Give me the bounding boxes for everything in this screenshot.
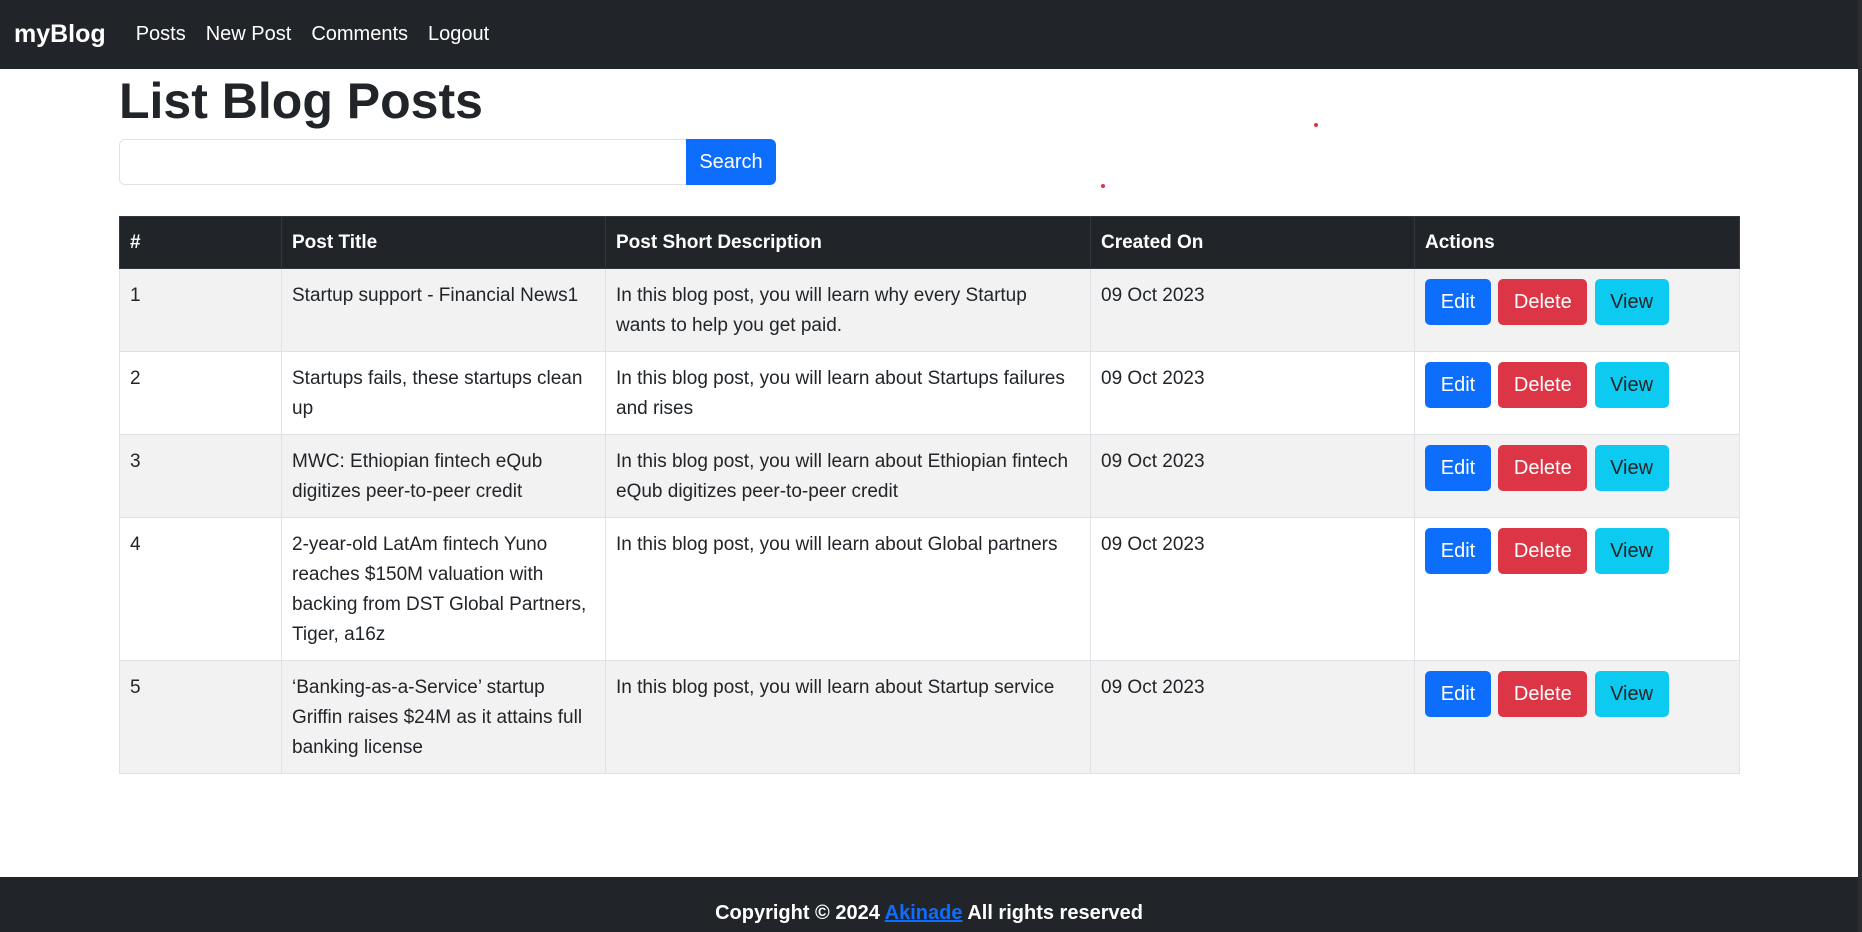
decorative-dot — [1314, 123, 1318, 127]
table-header-row: # Post Title Post Short Description Crea… — [119, 216, 1740, 269]
delete-button[interactable]: Delete — [1498, 279, 1588, 325]
view-button[interactable]: View — [1594, 279, 1669, 325]
cell-created-on: 09 Oct 2023 — [1090, 434, 1415, 518]
header-created-on: Created On — [1090, 216, 1415, 269]
cell-post-title: MWC: Ethiopian fintech eQub digitizes pe… — [281, 434, 606, 518]
view-button[interactable]: View — [1594, 528, 1669, 574]
table-row: 3 MWC: Ethiopian fintech eQub digitizes … — [119, 434, 1740, 518]
cell-created-on: 09 Oct 2023 — [1090, 351, 1415, 435]
delete-button[interactable]: Delete — [1498, 528, 1588, 574]
cell-post-title: Startup support - Financial News1 — [281, 268, 606, 352]
cell-actions: Edit Delete View — [1414, 351, 1740, 435]
cell-number: 5 — [119, 660, 282, 774]
cell-post-title: 2-year-old LatAm fintech Yuno reaches $1… — [281, 517, 606, 661]
cell-post-title: Startups fails, these startups clean up — [281, 351, 606, 435]
edit-button[interactable]: Edit — [1425, 362, 1491, 408]
cell-actions: Edit Delete View — [1414, 434, 1740, 518]
cell-post-description: In this blog post, you will learn why ev… — [605, 268, 1091, 352]
navbar: myBlog Posts New Post Comments Logout — [0, 0, 1858, 69]
cell-post-description: In this blog post, you will learn about … — [605, 517, 1091, 661]
cell-post-description: In this blog post, you will learn about … — [605, 434, 1091, 518]
table-row: 2 Startups fails, these startups clean u… — [119, 351, 1740, 435]
nav-link-new-post[interactable]: New Post — [206, 23, 292, 46]
footer: Copyright © 2024 Akinade All rights rese… — [0, 877, 1858, 932]
cell-created-on: 09 Oct 2023 — [1090, 660, 1415, 774]
header-actions: Actions — [1414, 216, 1740, 269]
cell-number: 3 — [119, 434, 282, 518]
header-post-title: Post Title — [281, 216, 606, 269]
cell-created-on: 09 Oct 2023 — [1090, 268, 1415, 352]
delete-button[interactable]: Delete — [1498, 445, 1588, 491]
search-input[interactable] — [119, 139, 686, 185]
cell-number: 4 — [119, 517, 282, 661]
posts-table: # Post Title Post Short Description Crea… — [119, 216, 1740, 774]
search-button[interactable]: Search — [686, 139, 776, 185]
delete-button[interactable]: Delete — [1498, 671, 1588, 717]
edit-button[interactable]: Edit — [1425, 445, 1491, 491]
view-button[interactable]: View — [1594, 445, 1669, 491]
cell-created-on: 09 Oct 2023 — [1090, 517, 1415, 661]
table-row: 4 2-year-old LatAm fintech Yuno reaches … — [119, 517, 1740, 661]
footer-copyright: Copyright © 2024 — [715, 902, 880, 924]
edit-button[interactable]: Edit — [1425, 279, 1491, 325]
table-row: 5 ‘Banking-as-a-Service’ startup Griffin… — [119, 660, 1740, 774]
page: myBlog Posts New Post Comments Logout Li… — [0, 0, 1858, 932]
header-post-description: Post Short Description — [605, 216, 1091, 269]
cell-post-description: In this blog post, you will learn about … — [605, 660, 1091, 774]
table-row: 1 Startup support - Financial News1 In t… — [119, 268, 1740, 352]
search-form: Search — [119, 139, 776, 185]
view-button[interactable]: View — [1594, 671, 1669, 717]
cell-post-description: In this blog post, you will learn about … — [605, 351, 1091, 435]
cell-actions: Edit Delete View — [1414, 517, 1740, 661]
decorative-dot — [1101, 184, 1105, 188]
cell-number: 2 — [119, 351, 282, 435]
view-button[interactable]: View — [1594, 362, 1669, 408]
nav-link-posts[interactable]: Posts — [136, 23, 186, 46]
footer-rights: All rights reserved — [967, 902, 1143, 924]
cell-number: 1 — [119, 268, 282, 352]
cell-post-title: ‘Banking-as-a-Service’ startup Griffin r… — [281, 660, 606, 774]
nav-link-logout[interactable]: Logout — [428, 23, 489, 46]
brand-logo[interactable]: myBlog — [14, 20, 106, 49]
cell-actions: Edit Delete View — [1414, 268, 1740, 352]
edit-button[interactable]: Edit — [1425, 528, 1491, 574]
header-number: # — [119, 216, 282, 269]
cell-actions: Edit Delete View — [1414, 660, 1740, 774]
nav-link-comments[interactable]: Comments — [311, 23, 408, 46]
edit-button[interactable]: Edit — [1425, 671, 1491, 717]
footer-author-link[interactable]: Akinade — [885, 902, 963, 924]
delete-button[interactable]: Delete — [1498, 362, 1588, 408]
page-title: List Blog Posts — [119, 73, 483, 129]
